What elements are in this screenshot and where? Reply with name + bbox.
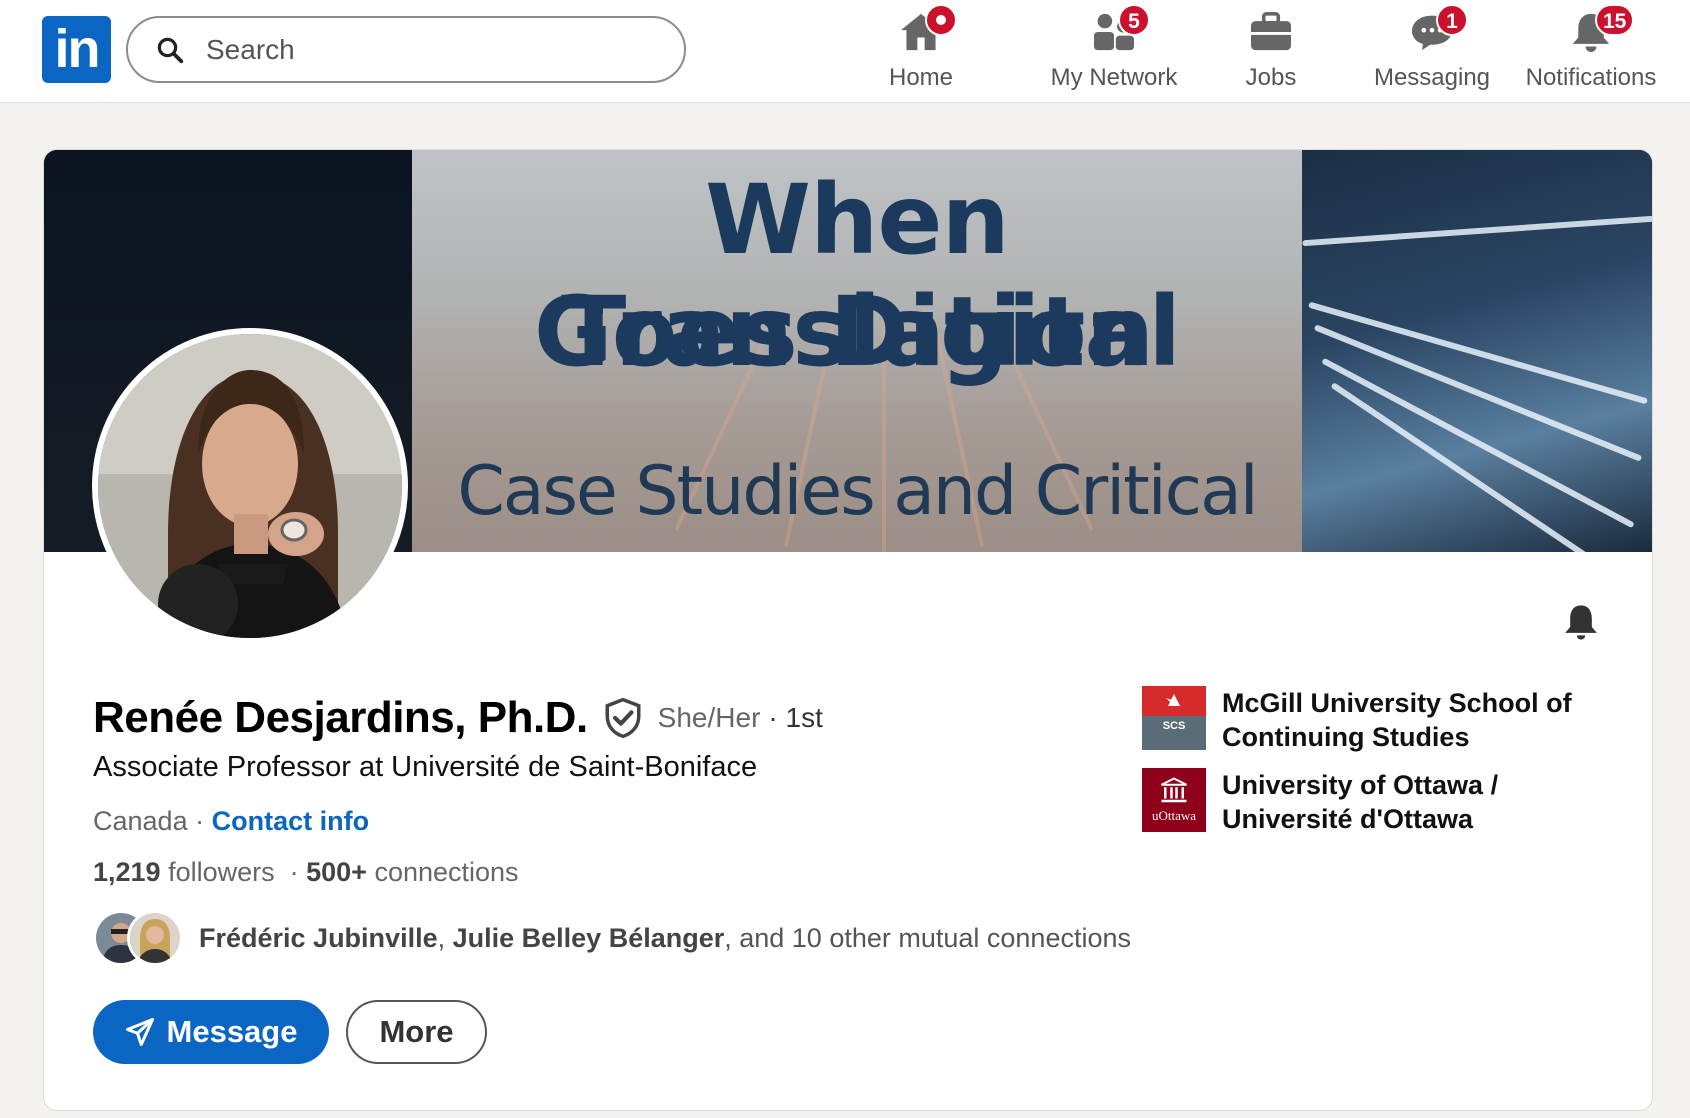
education-name: University of Ottawa / Université d'Otta… <box>1222 770 1499 834</box>
verified-shield-icon[interactable] <box>602 697 644 739</box>
followers-label: followers <box>160 857 275 887</box>
nav-my-network-label: My Network <box>1050 64 1178 91</box>
connection-degree: · 1st <box>768 702 823 733</box>
connections-count: 500+ <box>306 857 367 887</box>
mutual-connection-avatars <box>93 910 185 966</box>
notifications-badge: 15 <box>1595 4 1635 36</box>
home-notification-dot <box>925 4 957 36</box>
profile-headline: Associate Professor at Université de Sai… <box>93 751 758 783</box>
location-text: Canada <box>93 806 188 836</box>
nav-jobs-label: Jobs <box>1245 64 1297 91</box>
nav-messaging[interactable]: 1 Messaging <box>1370 4 1494 94</box>
profile-photo[interactable] <box>92 328 408 644</box>
mcgill-logo-text: SCS <box>1162 720 1186 732</box>
building-icon <box>1161 777 1187 803</box>
banner-center-section: When Translation Goes Digital Case Studi… <box>412 150 1302 552</box>
linkedin-logo[interactable]: in <box>42 16 111 83</box>
followers-count: 1,219 <box>93 857 161 887</box>
profile-name-row: Renée Desjardins, Ph.D. She/Her · 1st <box>93 693 823 743</box>
mutual-connections-row[interactable]: Frédéric Jubinville, Julie Belley Bélang… <box>93 910 1131 966</box>
nav-notifications-label: Notifications <box>1525 64 1657 91</box>
nav-jobs[interactable]: Jobs <box>1221 10 1321 94</box>
experience-education-list: SCS McGill University School of Continui… <box>1142 686 1622 850</box>
uottawa-logo: uOttawa <box>1142 768 1206 832</box>
banner-subtitle: Case Studies and Critical <box>457 452 1258 531</box>
search-box[interactable] <box>126 16 686 83</box>
location-separator: · <box>187 806 212 836</box>
profile-card: When Translation Goes Digital Case Studi… <box>43 149 1653 1111</box>
location-row: Canada · Contact info <box>93 806 369 837</box>
message-button[interactable]: Message <box>93 1000 329 1064</box>
mutual-name-1: Frédéric Jubinville <box>199 922 438 953</box>
education-name: McGill University School of Continuing S… <box>1222 688 1572 752</box>
banner-title-line-2: Goes Digital <box>533 276 1181 388</box>
nav-messaging-label: Messaging <box>1373 64 1491 91</box>
connections-link[interactable]: 500+ connections <box>306 857 518 887</box>
mutual-separator: , <box>437 922 453 953</box>
my-network-badge: 5 <box>1118 4 1150 36</box>
banner-light-trails <box>1302 150 1652 552</box>
mutual-avatar <box>127 910 183 966</box>
search-input[interactable] <box>206 33 626 66</box>
network-stats-row: 1,219 followers · 500+ connections <box>93 857 519 888</box>
nav-my-network[interactable]: 5 My Network <box>1039 4 1189 94</box>
nav-notifications[interactable]: 15 Notifications <box>1517 4 1665 94</box>
mutual-rest: , and 10 other mutual connections <box>724 922 1132 953</box>
send-icon <box>125 1017 155 1047</box>
more-button[interactable]: More <box>346 1000 487 1064</box>
profile-name: Renée Desjardins, Ph.D. <box>93 693 588 742</box>
nav-home-label: Home <box>888 64 954 91</box>
mutual-name-2: Julie Belley Bélanger <box>452 922 725 953</box>
briefcase-icon <box>1249 11 1293 57</box>
bell-icon <box>1561 602 1601 647</box>
follow-notification-bell-button[interactable] <box>1557 600 1605 648</box>
mcgill-logo: SCS <box>1142 686 1206 750</box>
stats-separator: · <box>274 857 307 887</box>
messaging-badge: 1 <box>1436 4 1468 36</box>
education-item-uottawa[interactable]: uOttawa University of Ottawa / Universit… <box>1142 768 1622 836</box>
connections-label: connections <box>366 857 519 887</box>
pronouns: She/Her <box>657 702 761 733</box>
uottawa-logo-text: uOttawa <box>1151 808 1197 823</box>
message-button-label: Message <box>166 1014 298 1049</box>
nav-home[interactable]: Home <box>871 4 971 94</box>
education-item-mcgill[interactable]: SCS McGill University School of Continui… <box>1142 686 1622 754</box>
contact-info-link[interactable]: Contact info <box>212 806 369 836</box>
top-nav-bar: in Home 5 My Network Jobs <box>0 0 1690 103</box>
mutual-connections-text: Frédéric Jubinville, Julie Belley Bélang… <box>199 923 1131 954</box>
search-icon <box>154 34 186 66</box>
